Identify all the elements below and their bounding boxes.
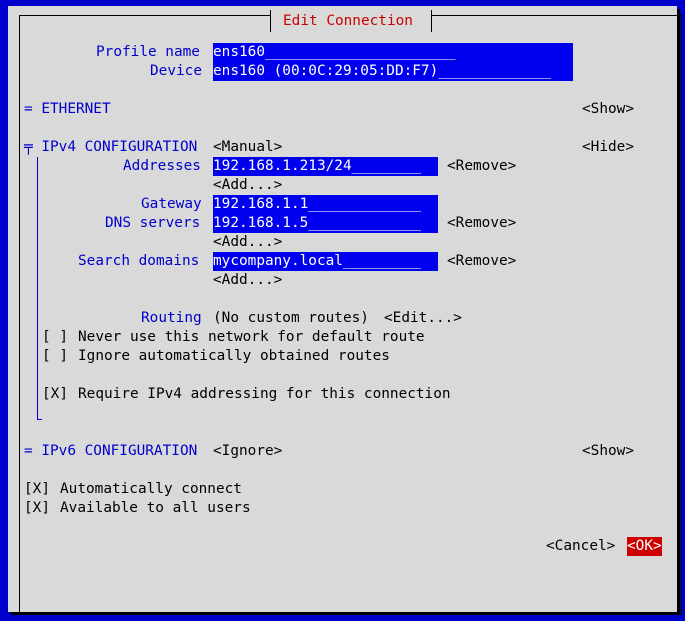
search-add-button[interactable]: <Add...> (213, 271, 282, 290)
ipv4-hide-button[interactable]: <Hide> (582, 138, 634, 157)
dialog-title: Edit Connection (283, 13, 413, 29)
auto-connect-label: Automatically connect (60, 481, 242, 497)
ipv6-show-button[interactable]: <Show> (582, 442, 634, 461)
routing-value: (No custom routes) (213, 310, 369, 326)
routing-label: Routing (141, 310, 202, 326)
dns-servers-label: DNS servers (105, 215, 201, 231)
addresses-label: Addresses (123, 158, 201, 174)
addresses-remove-button[interactable]: <Remove> (447, 157, 516, 176)
edit-connection-dialog: Edit Connection Profile name ens160_____… (8, 6, 682, 615)
ipv4-mode-select[interactable]: <Manual> (213, 138, 282, 157)
cancel-button[interactable]: <Cancel> (546, 537, 615, 556)
search-remove-button[interactable]: <Remove> (447, 252, 516, 271)
gateway-label: Gateway (141, 196, 202, 212)
ignore-routes-checkbox[interactable]: [ ] (42, 347, 68, 366)
dns-add-button[interactable]: <Add...> (213, 233, 282, 252)
profile-name-label: Profile name (96, 44, 200, 60)
all-users-label: Available to all users (60, 500, 251, 516)
device-input[interactable]: ens160 (00:0C:29:05:DD:F7)_____________ (213, 62, 573, 81)
ipv4-section-header: ╤ IPv4 CONFIGURATION (24, 139, 198, 155)
ipv6-section-header: = IPv6 CONFIGURATION (24, 443, 198, 459)
routing-edit-button[interactable]: <Edit...> (384, 309, 462, 328)
require-ipv4-label: Require IPv4 addressing for this connect… (78, 386, 451, 402)
ipv4-section-bracket (37, 157, 42, 420)
search-domains-label: Search domains (78, 253, 200, 269)
addresses-input[interactable]: 192.168.1.213/24________ (213, 157, 438, 176)
ethernet-show-button[interactable]: <Show> (582, 100, 634, 119)
addresses-add-button[interactable]: <Add...> (213, 176, 282, 195)
never-default-checkbox[interactable]: [ ] (42, 328, 68, 347)
dns-servers-input[interactable]: 192.168.1.5_____________ (213, 214, 438, 233)
auto-connect-checkbox[interactable]: [X] (24, 480, 50, 499)
ethernet-section-header: = ETHERNET (24, 101, 111, 117)
ok-button[interactable]: <OK> (627, 537, 662, 556)
search-domains-input[interactable]: mycompany.local_________ (213, 252, 438, 271)
ipv6-mode-select[interactable]: <Ignore> (213, 442, 282, 461)
ignore-routes-label: Ignore automatically obtained routes (78, 348, 390, 364)
require-ipv4-checkbox[interactable]: [X] (42, 385, 68, 404)
profile-name-input[interactable]: ens160______________________ (213, 43, 573, 62)
dns-remove-button[interactable]: <Remove> (447, 214, 516, 233)
all-users-checkbox[interactable]: [X] (24, 499, 50, 518)
never-default-label: Never use this network for default route (78, 329, 425, 345)
gateway-input[interactable]: 192.168.1.1_____________ (213, 195, 438, 214)
device-label: Device (150, 63, 202, 79)
